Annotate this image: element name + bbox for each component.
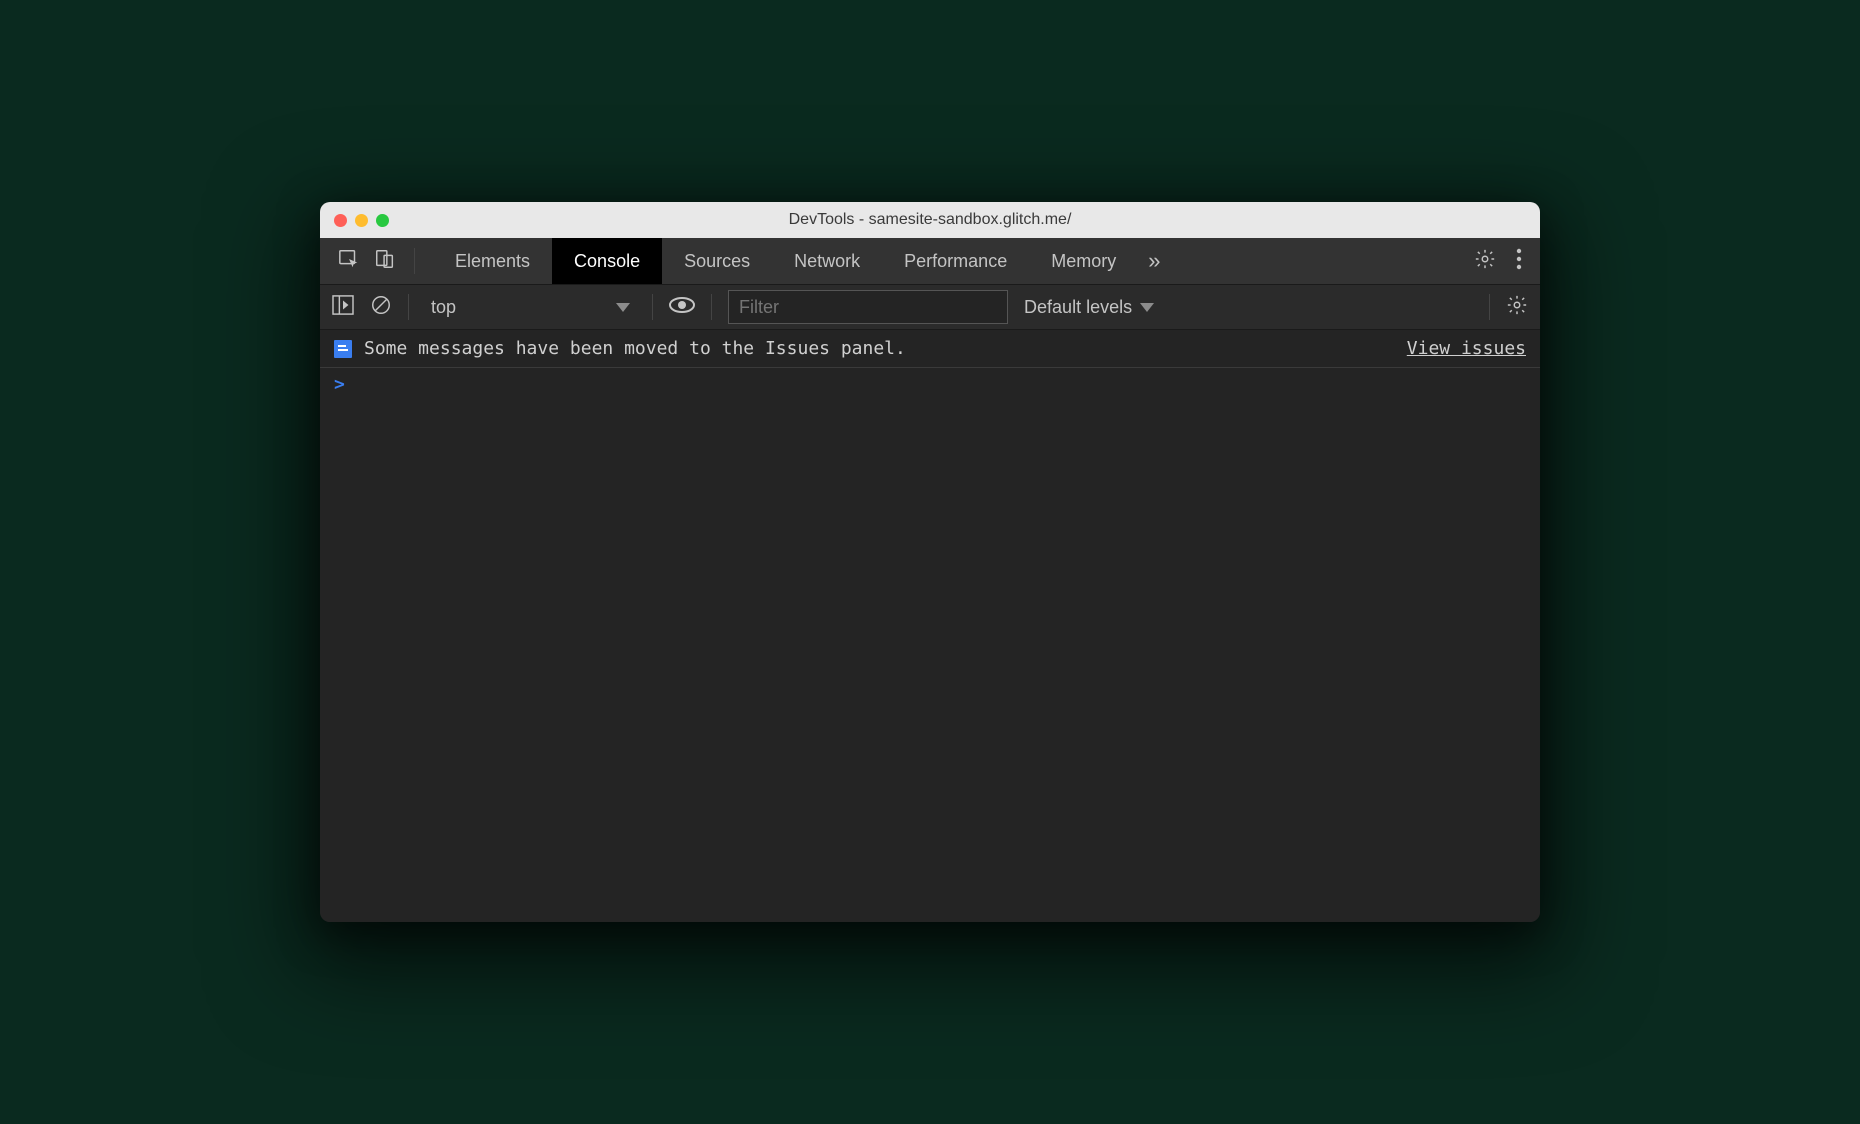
panel-tabs: Elements Console Sources Network Perform…	[433, 238, 1170, 284]
inspect-element-icon[interactable]	[338, 248, 360, 275]
separator	[408, 294, 409, 320]
log-level-select[interactable]: Default levels	[1024, 297, 1154, 318]
console-prompt: >	[334, 374, 345, 395]
view-issues-link[interactable]: View issues	[1407, 338, 1526, 359]
tab-sources[interactable]: Sources	[662, 238, 772, 284]
kebab-menu-icon[interactable]	[1516, 248, 1522, 275]
live-expression-icon[interactable]	[669, 295, 695, 320]
toggle-sidebar-icon[interactable]	[332, 295, 354, 320]
titlebar: DevTools - samesite-sandbox.glitch.me/	[320, 202, 1540, 238]
main-tabbar: Elements Console Sources Network Perform…	[320, 238, 1540, 284]
console-output[interactable]: >	[320, 368, 1540, 922]
level-label: Default levels	[1024, 297, 1132, 318]
tab-elements[interactable]: Elements	[433, 238, 552, 284]
chevron-right-double-icon: »	[1148, 248, 1160, 274]
dropdown-triangle-icon	[616, 303, 630, 312]
console-toolbar: top Default levels	[320, 284, 1540, 330]
issues-message: Some messages have been moved to the Iss…	[364, 338, 906, 359]
settings-icon[interactable]	[1474, 248, 1496, 275]
execution-context-select[interactable]: top	[425, 297, 636, 318]
separator	[652, 294, 653, 320]
window-title: DevTools - samesite-sandbox.glitch.me/	[320, 211, 1540, 229]
tab-network[interactable]: Network	[772, 238, 882, 284]
filter-input[interactable]	[728, 290, 1008, 324]
issue-icon	[334, 340, 352, 358]
tab-console[interactable]: Console	[552, 238, 662, 284]
clear-console-icon[interactable]	[370, 294, 392, 321]
device-toolbar-icon[interactable]	[374, 248, 396, 275]
dropdown-triangle-icon	[1140, 303, 1154, 312]
context-label: top	[431, 297, 456, 318]
issues-infobar: Some messages have been moved to the Iss…	[320, 330, 1540, 368]
console-settings-icon[interactable]	[1506, 294, 1528, 321]
separator	[1489, 294, 1490, 320]
devtools-window: DevTools - samesite-sandbox.glitch.me/ E…	[320, 202, 1540, 922]
tab-memory[interactable]: Memory	[1029, 238, 1138, 284]
tab-performance[interactable]: Performance	[882, 238, 1029, 284]
more-tabs-button[interactable]: »	[1138, 238, 1170, 284]
separator	[711, 294, 712, 320]
